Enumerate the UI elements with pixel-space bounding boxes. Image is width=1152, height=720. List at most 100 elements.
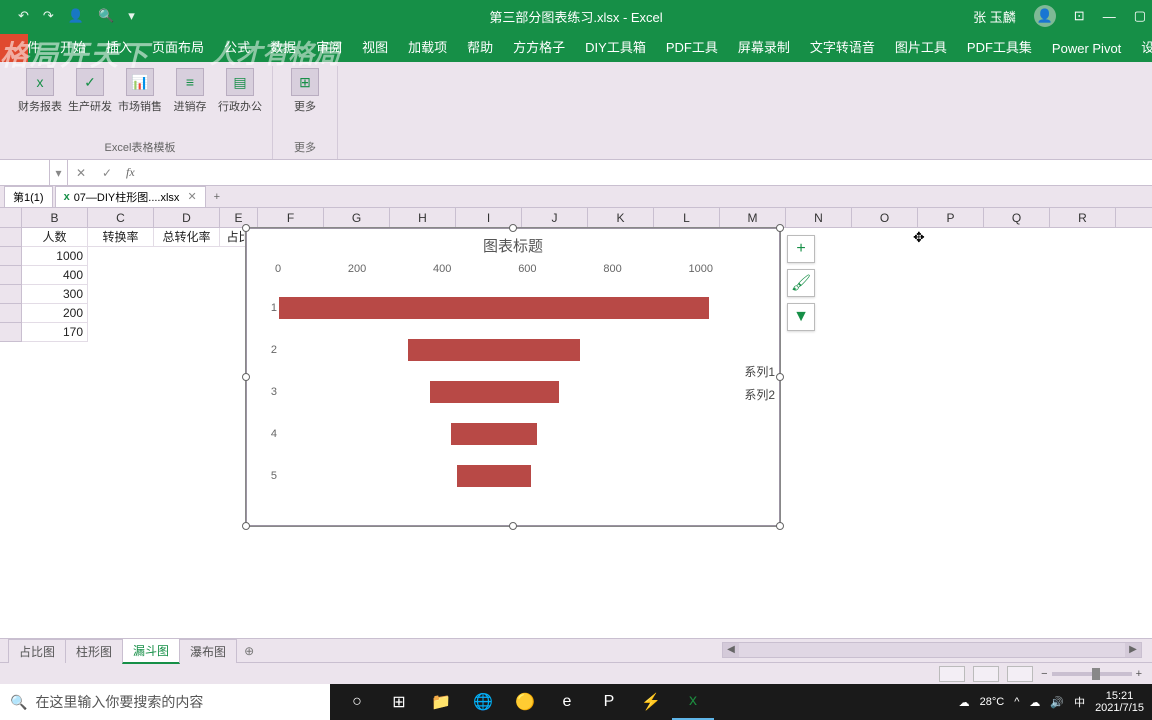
user-icon[interactable]: 👤 — [68, 8, 84, 24]
data-bar[interactable] — [408, 339, 580, 361]
sheet-tab[interactable]: 瀑布图 — [179, 639, 237, 663]
col-header[interactable]: L — [654, 208, 720, 227]
plot-area[interactable]: 02004006008001000 12345 — [265, 263, 713, 515]
chart-title[interactable]: 图表标题 — [247, 229, 779, 258]
btn-more[interactable]: ⊞更多 — [281, 66, 329, 114]
col-header[interactable]: F — [258, 208, 324, 227]
tab-home[interactable]: 开始 — [50, 31, 96, 62]
cell[interactable]: 总转化率 — [154, 228, 220, 247]
chart-elements-button[interactable]: + — [787, 235, 815, 263]
search-icon[interactable]: 🔍 — [98, 8, 114, 24]
close-icon[interactable]: ✕ — [187, 190, 196, 203]
cell[interactable]: 300 — [22, 285, 88, 304]
sheet-tab[interactable]: 漏斗图 — [122, 638, 180, 664]
data-bar[interactable] — [457, 465, 530, 487]
name-box[interactable] — [0, 160, 50, 185]
chrome-icon[interactable]: 🟡 — [504, 684, 546, 720]
ie-icon[interactable]: e — [546, 684, 588, 720]
tab-insert[interactable]: 插入 — [96, 31, 142, 62]
wb-tab[interactable]: 第1(1) — [4, 186, 53, 208]
cell[interactable]: 200 — [22, 304, 88, 323]
weather-icon[interactable]: ☁ — [959, 696, 970, 709]
view-break-button[interactable] — [1007, 666, 1033, 682]
cell[interactable]: 1000 — [22, 247, 88, 266]
tab-help[interactable]: 帮助 — [457, 31, 503, 62]
qat-more-icon[interactable]: ▾ — [128, 8, 135, 24]
tab-addins[interactable]: 加载项 — [398, 31, 457, 62]
namebox-dropdown-icon[interactable]: ▾ — [50, 160, 68, 185]
btn-admin[interactable]: ▤行政办公 — [216, 66, 264, 114]
chart-object[interactable]: 图表标题 ✥ 02004006008001000 12345 系列1 系列2 +… — [246, 228, 780, 526]
btn-inventory[interactable]: ≡进销存 — [166, 66, 214, 114]
windows-search[interactable]: 🔍 在这里输入你要搜索的内容 — [0, 684, 330, 720]
onedrive-icon[interactable]: ☁ — [1029, 696, 1040, 709]
tab-review[interactable]: 审阅 — [306, 31, 352, 62]
formula-input[interactable] — [141, 160, 1152, 185]
taskview-icon[interactable]: ⊞ — [378, 684, 420, 720]
btn-sales[interactable]: 📊市场销售 — [116, 66, 164, 114]
col-header[interactable]: M — [720, 208, 786, 227]
cell[interactable]: 400 — [22, 266, 88, 285]
col-header[interactable]: I — [456, 208, 522, 227]
zoom-slider[interactable] — [1052, 672, 1132, 676]
row-header[interactable] — [0, 266, 22, 285]
scroll-left-icon[interactable]: ◀ — [723, 643, 739, 657]
tab-powerpivot[interactable]: Power Pivot — [1042, 35, 1131, 62]
tab-tts[interactable]: 文字转语音 — [800, 31, 885, 62]
ime-indicator[interactable]: 中 — [1074, 694, 1085, 710]
ribbon-options-icon[interactable]: ⊡ — [1074, 8, 1085, 24]
explorer-icon[interactable]: 📁 — [420, 684, 462, 720]
cell[interactable]: 人数 — [22, 228, 88, 247]
select-all-corner[interactable] — [0, 208, 22, 227]
col-header[interactable]: N — [786, 208, 852, 227]
col-header[interactable]: P — [918, 208, 984, 227]
zoom-in-icon[interactable]: + — [1136, 668, 1142, 680]
row-header[interactable] — [0, 323, 22, 342]
maximize-icon[interactable]: ▢ — [1134, 8, 1146, 24]
col-header[interactable]: E — [220, 208, 258, 227]
horizontal-scrollbar[interactable]: ◀ ▶ — [722, 642, 1142, 658]
col-header[interactable]: C — [88, 208, 154, 227]
tab-screenrec[interactable]: 屏幕录制 — [728, 31, 800, 62]
tray-expand-icon[interactable]: ^ — [1014, 696, 1019, 708]
tab-ffgz[interactable]: 方方格子 — [503, 31, 575, 62]
add-sheet-button[interactable]: ⊕ — [236, 644, 262, 658]
cancel-icon[interactable]: ✕ — [68, 166, 94, 180]
tab-pdf[interactable]: PDF工具 — [656, 31, 728, 62]
col-header[interactable]: R — [1050, 208, 1116, 227]
excel-icon[interactable]: x — [672, 684, 714, 720]
tab-pdfset[interactable]: PDF工具集 — [957, 31, 1042, 62]
chart-filter-button[interactable]: ▼ — [787, 303, 815, 331]
fx-label[interactable]: fx — [120, 165, 141, 180]
view-normal-button[interactable] — [939, 666, 965, 682]
tab-data[interactable]: 数据 — [260, 31, 306, 62]
scroll-right-icon[interactable]: ▶ — [1125, 643, 1141, 657]
tab-view[interactable]: 视图 — [352, 31, 398, 62]
zoom-control[interactable]: − + — [1041, 668, 1142, 680]
btn-rd[interactable]: ✓生产研发 — [66, 66, 114, 114]
col-header[interactable]: O — [852, 208, 918, 227]
tab-diy[interactable]: DIY工具箱 — [575, 31, 656, 62]
view-layout-button[interactable] — [973, 666, 999, 682]
volume-icon[interactable]: 🔊 — [1050, 696, 1064, 709]
btn-finance[interactable]: x财务报表 — [16, 66, 64, 114]
cell[interactable]: 转换率 — [88, 228, 154, 247]
col-header[interactable]: G — [324, 208, 390, 227]
avatar[interactable]: 👤 — [1034, 5, 1056, 27]
data-bar[interactable] — [451, 423, 537, 445]
tab-design[interactable]: 设计 — [1131, 31, 1152, 62]
row-header[interactable] — [0, 247, 22, 266]
col-header[interactable]: K — [588, 208, 654, 227]
col-header[interactable]: Q — [984, 208, 1050, 227]
add-workbook-button[interactable]: + — [208, 189, 226, 205]
wb-tab[interactable]: x07—DIY柱形图....xlsx✕ — [55, 186, 206, 208]
data-bar[interactable] — [430, 381, 559, 403]
row-header[interactable] — [0, 228, 22, 247]
redo-icon[interactable]: ↷ — [43, 8, 54, 24]
col-header[interactable]: D — [154, 208, 220, 227]
row-header[interactable] — [0, 304, 22, 323]
minimize-icon[interactable]: — — [1103, 9, 1116, 24]
cortana-icon[interactable]: ○ — [336, 684, 378, 720]
edge-icon[interactable]: 🌐 — [462, 684, 504, 720]
clock[interactable]: 15:212021/7/15 — [1095, 690, 1144, 714]
